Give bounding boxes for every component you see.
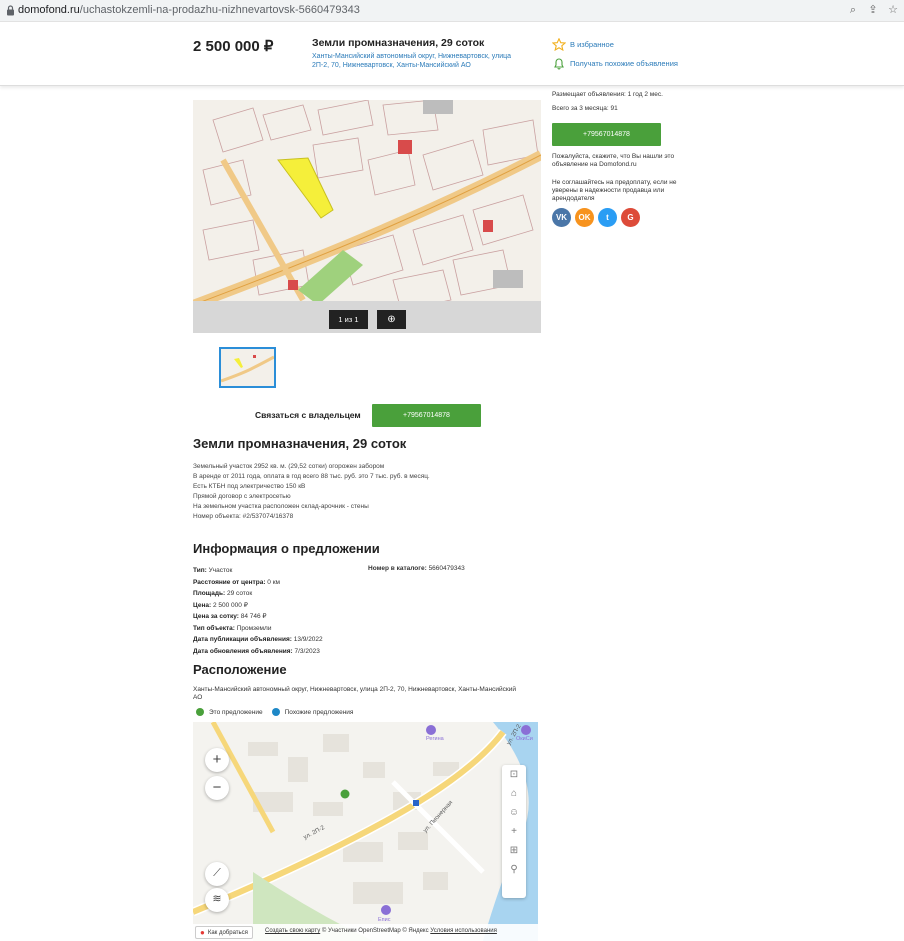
mention-hint: Пожалуйста, скажите, что Вы нашли это об… <box>552 153 675 168</box>
info-row: Тип объекта: Промземли <box>193 624 272 632</box>
description-text: Земельный участок 2952 кв. м. (29,52 сот… <box>193 462 493 522</box>
description-line: Есть КТБН под электричество 150 кВ <box>193 483 306 490</box>
info-row: Тип: Участок <box>193 567 233 574</box>
photo-zoom-button[interactable]: ⊕ <box>377 310 406 329</box>
info-row: Расстояние от центра: 0 км <box>193 578 281 586</box>
search-icon[interactable]: ⌕ <box>846 3 860 17</box>
ok-icon[interactable]: OK <box>575 208 594 227</box>
seller-total-listings: Всего за 3 месяца: 91 <box>552 105 618 112</box>
pin-icon: ● <box>200 928 205 937</box>
share-icon[interactable]: ⇪ <box>866 3 880 17</box>
show-phone-button[interactable]: +79567014878 <box>552 123 661 146</box>
pharmacy-icon[interactable]: + <box>502 822 526 841</box>
map-footer: ● Как добраться Создать свою карту © Уча… <box>193 924 538 941</box>
thumbnail-image <box>221 349 274 386</box>
legend-this-offer: Это предложение <box>209 708 263 716</box>
poi-label: Регина <box>426 736 444 742</box>
lock-icon <box>7 5 14 16</box>
cadastral-map-image <box>193 100 541 333</box>
bus-icon[interactable]: ⊡ <box>502 765 526 784</box>
subscribe-similar-button[interactable]: Получать похожие объявления <box>552 57 678 70</box>
photo-thumbnail[interactable] <box>219 347 276 388</box>
contact-owner-label: Связаться с владельцем <box>255 410 361 420</box>
route-label: Как добраться <box>207 929 248 936</box>
similar-offers-dot-icon <box>271 708 280 716</box>
location-title: Расположение <box>193 662 287 677</box>
route-button[interactable]: ● Как добраться <box>195 926 253 939</box>
shop-cart-icon[interactable]: ⊞ <box>502 841 526 860</box>
this-offer-dot-icon <box>196 708 204 716</box>
school-icon[interactable]: ⌂ <box>502 784 526 803</box>
favorite-label: В избранное <box>570 40 614 49</box>
twitter-icon[interactable]: t <box>598 208 617 227</box>
map-poi-toolbar: ⊡ ⌂ ☺ + ⊞ ⚲ <box>502 765 526 898</box>
offer-info-list: Тип: Участок Расстояние от центра: 0 км … <box>193 565 323 657</box>
create-map-link[interactable]: Создать свою карту <box>265 928 320 934</box>
street-map-image <box>193 722 538 941</box>
listing-address-link[interactable]: Ханты-Мансийский автономный округ, Нижне… <box>312 52 527 70</box>
description-line: На земельном участка расположен склад-ар… <box>193 503 369 510</box>
map-attribution: Создать свою карту © Участники OpenStree… <box>265 928 497 934</box>
star-icon <box>552 38 566 51</box>
description-line: Номер объекта: #2/537074/16378 <box>193 513 294 520</box>
layers-icon[interactable]: ≋ <box>205 888 229 912</box>
price: 2 500 000 ₽ <box>193 38 274 55</box>
ruler-icon[interactable]: ⟋ <box>205 862 229 886</box>
map-legend: Это предложение Похожие предложения <box>196 708 353 716</box>
bell-icon <box>554 58 564 70</box>
listing-title: Земли промназначения, 29 соток <box>312 37 485 49</box>
social-share: VK OK t G <box>552 208 640 227</box>
add-to-favorites-button[interactable]: В избранное <box>552 38 614 51</box>
poi-label: ОкиСи <box>516 736 533 742</box>
description-line: Прямой договор с электросетью <box>193 493 291 500</box>
offer-info-title: Информация о предложении <box>193 541 380 556</box>
photo-counter: 1 из 1 <box>329 310 368 329</box>
location-address: Ханты-Мансийский автономный округ, Нижне… <box>193 686 516 701</box>
map-zoom-out-button[interactable]: − <box>205 776 229 800</box>
sticky-header: 2 500 000 ₽ Земли промназначения, 29 сот… <box>0 22 904 86</box>
seller-info: Размещает объявления: 1 год 2 мес. Всего… <box>552 90 702 118</box>
kindergarten-icon[interactable]: ☺ <box>502 803 526 822</box>
bookmark-star-icon[interactable]: ☆ <box>886 3 900 17</box>
description-line: Земельный участок 2952 кв. м. (29,52 сот… <box>193 463 385 470</box>
description-title: Земли промназначения, 29 соток <box>193 436 407 451</box>
listing-photo[interactable] <box>193 100 541 333</box>
info-row: Цена: 2 500 000 ₽ <box>193 601 248 609</box>
prepay-warning: Не соглашайтесь на предоплату, если не у… <box>552 179 677 202</box>
catalog-number: Номер в каталоге: 5660479343 <box>368 565 465 572</box>
description-line: В аренде от 2011 года, оплата в год всег… <box>193 473 430 480</box>
attribution-text: © Участники OpenStreetMap © Яндекс <box>321 928 429 934</box>
contact-phone-button[interactable]: +79567014878 <box>372 404 481 427</box>
terms-link[interactable]: Условия использования <box>430 928 497 934</box>
url-text[interactable]: domofond.ru/uchastokzemli-na-prodazhu-ni… <box>18 4 360 16</box>
location-map[interactable]: ул. 2П-2 ул. Пионерная ул. 2П-2 Регина О… <box>193 722 538 941</box>
info-row: Площадь: 29 соток <box>193 590 253 597</box>
google-icon[interactable]: G <box>621 208 640 227</box>
seller-posting-since: Размещает объявления: 1 год 2 мес. <box>552 91 663 98</box>
subscribe-label: Получать похожие объявления <box>570 59 678 68</box>
map-zoom-in-button[interactable]: + <box>205 748 229 772</box>
vk-icon[interactable]: VK <box>552 208 571 227</box>
browser-address-bar[interactable]: domofond.ru/uchastokzemli-na-prodazhu-ni… <box>0 0 904 22</box>
info-row: Дата обновления объявления: 7/3/2023 <box>193 647 320 655</box>
magnifier-icon: ⊕ <box>387 314 396 325</box>
info-row: Цена за сотку: 84 746 ₽ <box>193 613 267 620</box>
sport-icon[interactable]: ⚲ <box>502 860 526 879</box>
legend-similar-offers: Похожие предложения <box>284 708 354 716</box>
poi-label: Епис <box>378 917 391 923</box>
info-row: Дата публикации объявления: 13/9/2022 <box>193 636 323 643</box>
